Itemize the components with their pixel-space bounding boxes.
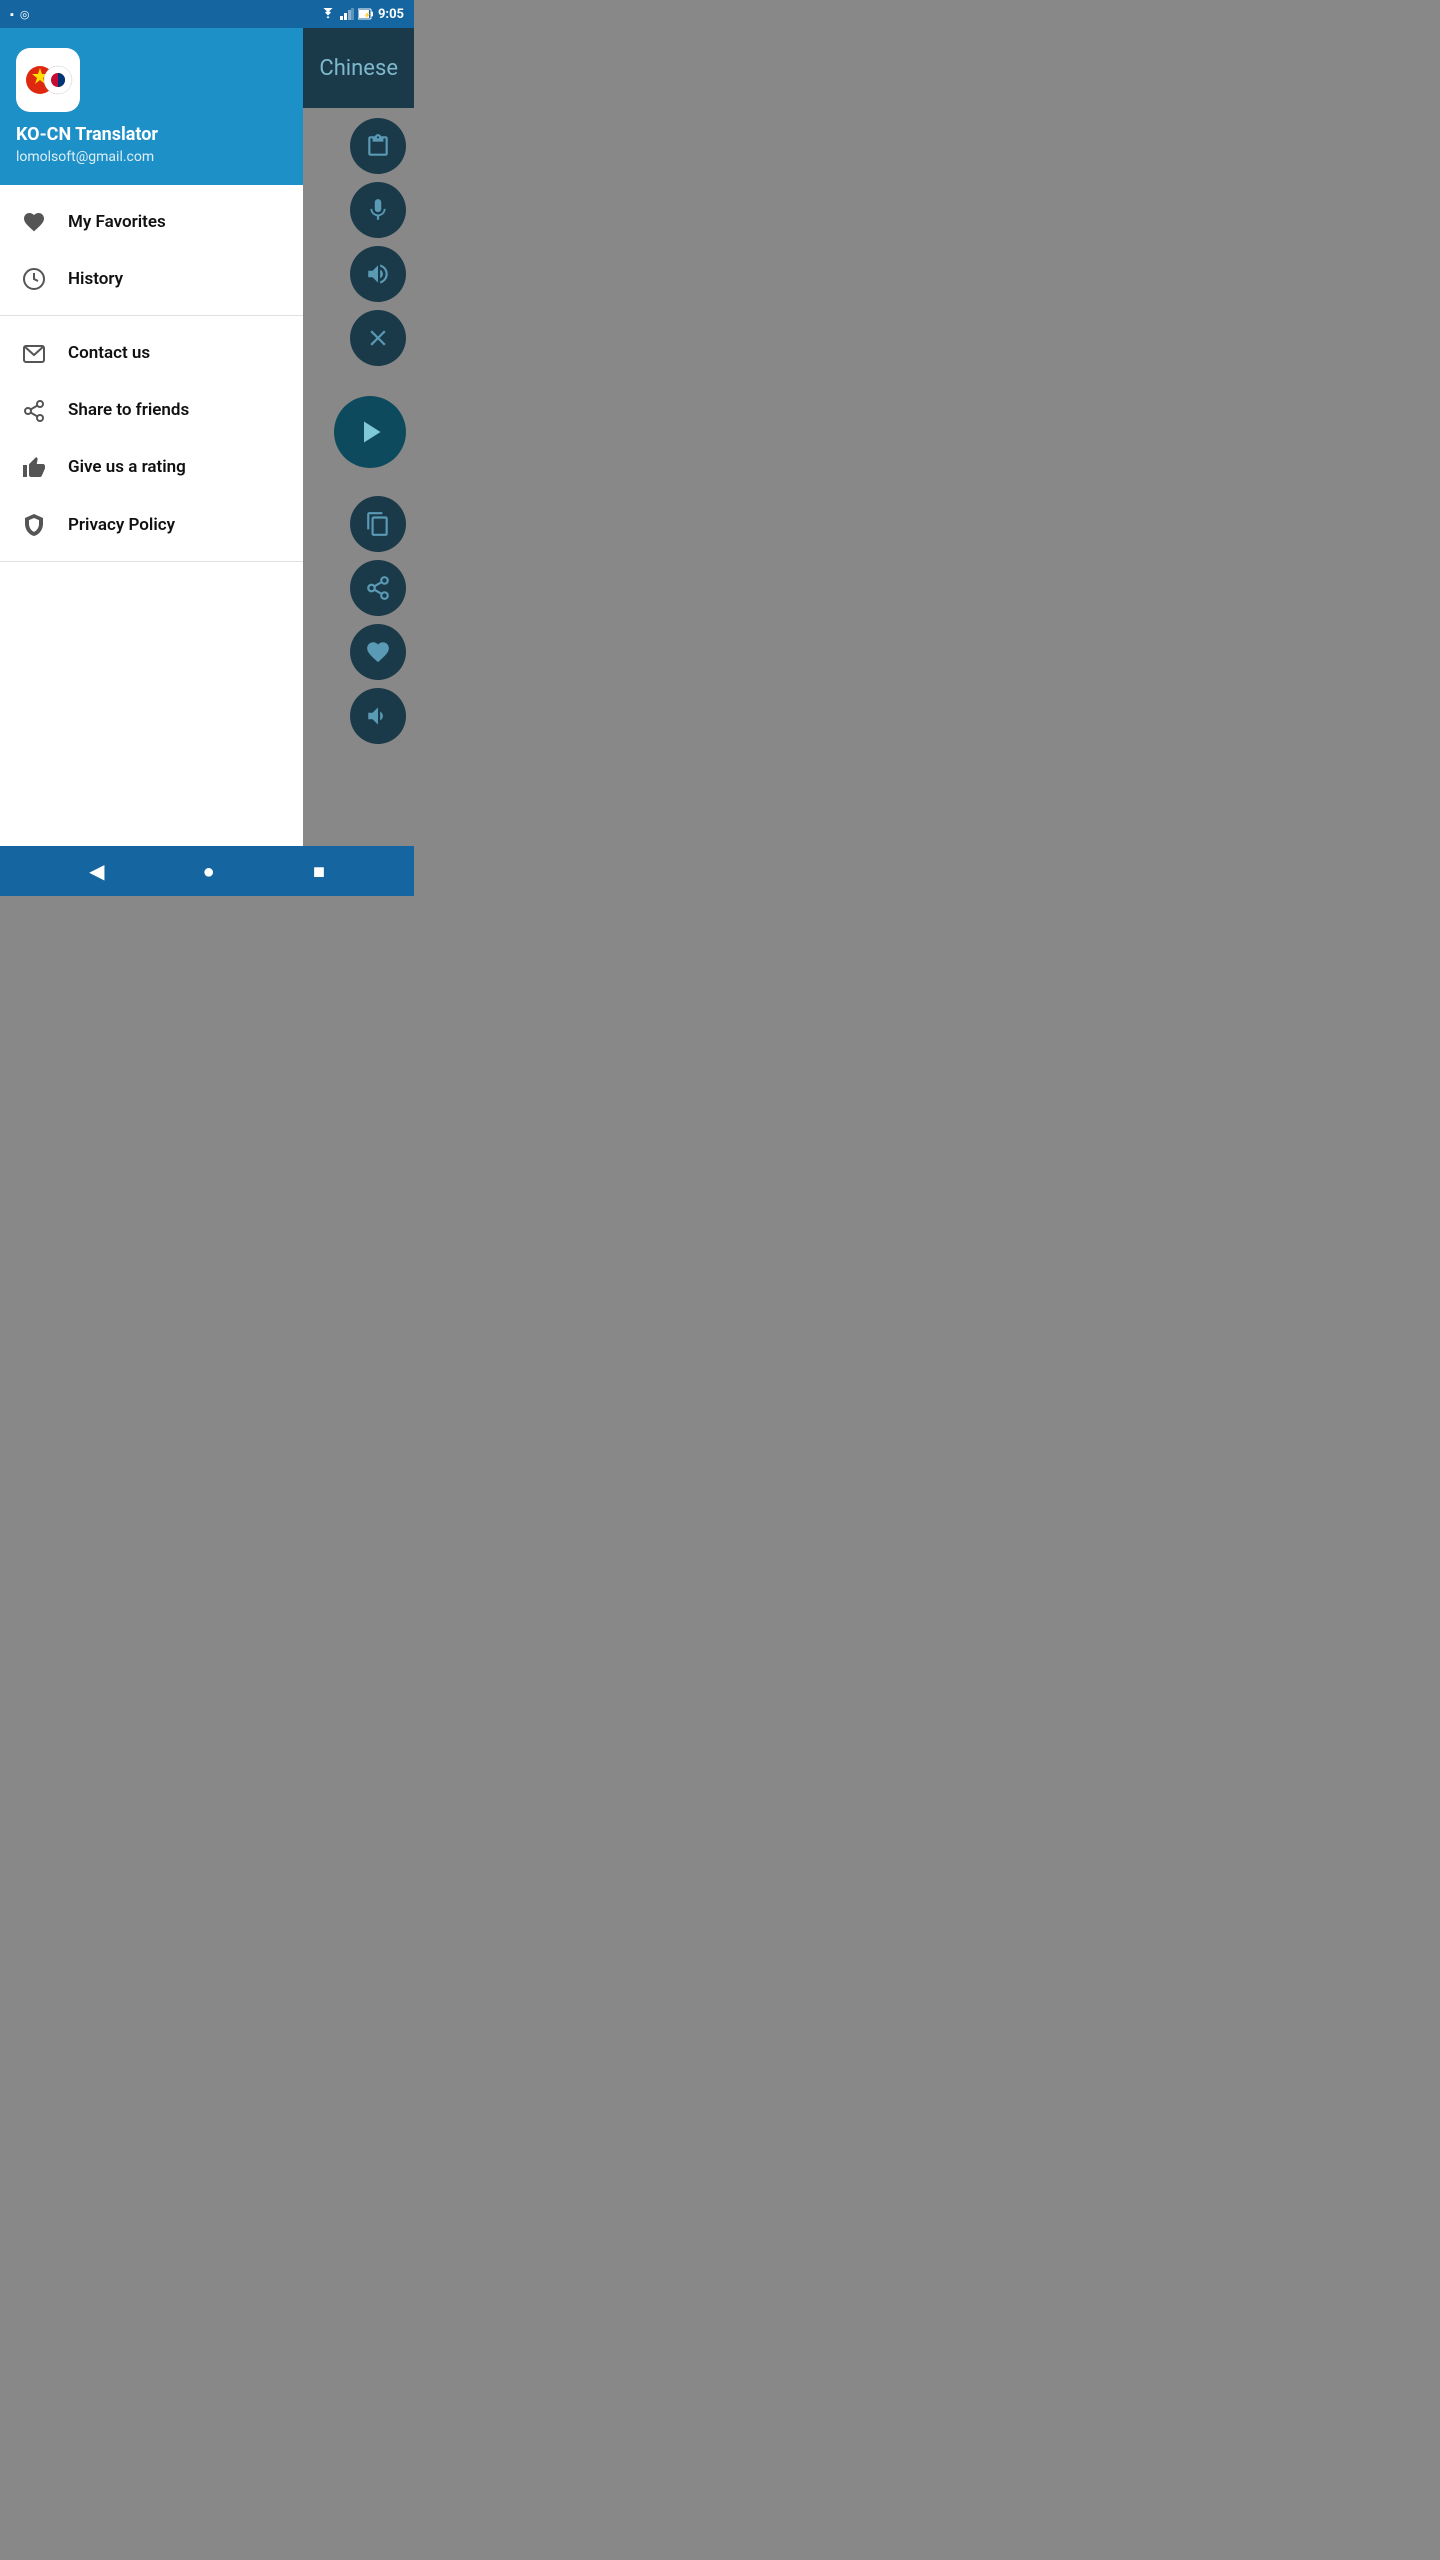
language-label: Chinese xyxy=(319,56,398,81)
app-panel-header: Chinese xyxy=(303,28,414,108)
wifi-icon xyxy=(320,8,336,20)
play-button[interactable] xyxy=(334,396,406,468)
menu-section-1: My Favorites History xyxy=(0,185,303,316)
heart-icon xyxy=(20,209,48,234)
drawer-header: KO-CN Translator lomolsoft@gmail.com xyxy=(0,28,303,185)
sidebar-item-contact[interactable]: Contact us xyxy=(0,324,303,381)
app-name: KO-CN Translator xyxy=(16,124,287,145)
clock-icon xyxy=(20,266,48,291)
share2-button[interactable] xyxy=(350,560,406,616)
status-time: 9:05 xyxy=(378,7,404,22)
share-label: Share to friends xyxy=(68,400,189,420)
signal-icon xyxy=(340,8,354,20)
close-button[interactable] xyxy=(350,310,406,366)
svg-text:⚡: ⚡ xyxy=(363,11,370,19)
heart2-button[interactable] xyxy=(350,624,406,680)
rating-label: Give us a rating xyxy=(68,457,186,477)
volume-button[interactable] xyxy=(350,246,406,302)
clipboard-button[interactable] xyxy=(350,118,406,174)
recent-button[interactable]: ■ xyxy=(305,851,333,892)
battery-icon: ⚡ xyxy=(358,8,374,20)
app-icon xyxy=(16,48,80,112)
share-icon xyxy=(20,398,48,423)
bottom-nav: ◀ ● ■ xyxy=(0,846,414,896)
sidebar-item-rating[interactable]: Give us a rating xyxy=(0,439,303,496)
back-button[interactable]: ◀ xyxy=(81,851,112,891)
sidebar-item-share[interactable]: Share to friends xyxy=(0,382,303,439)
sd-card-icon: ▪ xyxy=(10,8,14,21)
thumbsup-icon xyxy=(20,455,48,480)
circle-status-icon: ◎ xyxy=(20,8,30,21)
privacy-label: Privacy Policy xyxy=(68,515,175,535)
mic-button[interactable] xyxy=(350,182,406,238)
volume2-button[interactable] xyxy=(350,688,406,744)
status-bar-left: ▪ ◎ xyxy=(10,8,30,21)
sidebar-item-privacy[interactable]: Privacy Policy xyxy=(0,496,303,553)
menu-section-2: Contact us Share to friends xyxy=(0,316,303,562)
contact-label: Contact us xyxy=(68,343,150,363)
app-panel-body xyxy=(303,108,414,846)
mail-icon xyxy=(20,340,48,365)
drawer-menu: My Favorites History xyxy=(0,185,303,846)
app-panel: Chinese xyxy=(303,28,414,846)
status-bar: ▪ ◎ ⚡ 9:05 xyxy=(0,0,414,28)
favorites-label: My Favorites xyxy=(68,212,166,232)
status-bar-right: ⚡ 9:05 xyxy=(320,7,404,22)
main-container: KO-CN Translator lomolsoft@gmail.com My … xyxy=(0,28,414,846)
home-button[interactable]: ● xyxy=(195,851,223,892)
app-email: lomolsoft@gmail.com xyxy=(16,149,287,165)
shield-icon xyxy=(20,512,48,537)
drawer: KO-CN Translator lomolsoft@gmail.com My … xyxy=(0,28,303,846)
copy-button[interactable] xyxy=(350,496,406,552)
sidebar-item-history[interactable]: History xyxy=(0,250,303,307)
history-label: History xyxy=(68,269,123,289)
sidebar-item-favorites[interactable]: My Favorites xyxy=(0,193,303,250)
